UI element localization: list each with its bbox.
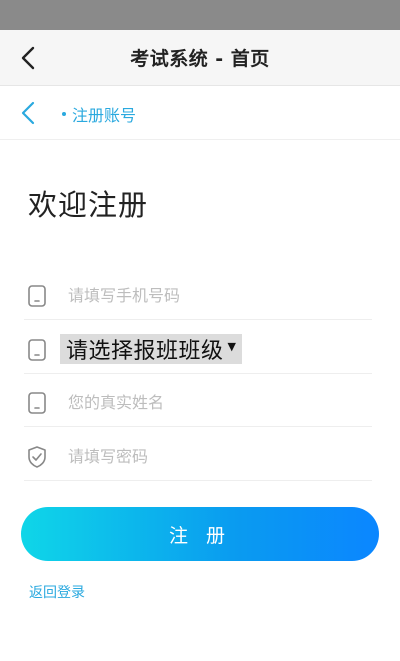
phone-icon	[28, 392, 46, 414]
register-button[interactable]: 注 册	[21, 507, 379, 561]
shield-check-icon	[28, 446, 46, 468]
back-to-login-link[interactable]: 返回登录	[29, 582, 85, 602]
chevron-left-icon	[21, 101, 35, 125]
back-button[interactable]	[14, 42, 46, 74]
class-field-row: 请选择报班班级 ▼	[24, 324, 372, 374]
phone-icon	[28, 339, 46, 361]
name-field-row	[24, 377, 372, 427]
class-select[interactable]: 请选择报班班级 ▼	[60, 334, 242, 364]
breadcrumb[interactable]: 注册账号	[62, 102, 136, 126]
status-bar	[0, 0, 400, 30]
class-select-value: 请选择报班班级	[66, 339, 224, 364]
chevron-left-icon	[21, 46, 35, 70]
welcome-heading: 欢迎注册	[28, 188, 149, 222]
name-input[interactable]	[68, 387, 368, 417]
breadcrumb-label: 注册账号	[72, 106, 137, 125]
phone-input[interactable]	[68, 280, 368, 310]
password-input[interactable]	[68, 441, 368, 471]
caret-down-icon: ▼	[227, 339, 236, 353]
phone-icon	[28, 285, 46, 307]
phone-field-row	[24, 270, 372, 320]
subnav-back-button[interactable]	[16, 99, 44, 127]
breadcrumb-dot	[62, 112, 66, 116]
title-bar: 考试系统 - 首页	[0, 30, 400, 86]
page-title: 考试系统 - 首页	[130, 48, 270, 70]
sub-navigation: 注册账号	[0, 86, 400, 140]
password-field-row	[24, 431, 372, 481]
